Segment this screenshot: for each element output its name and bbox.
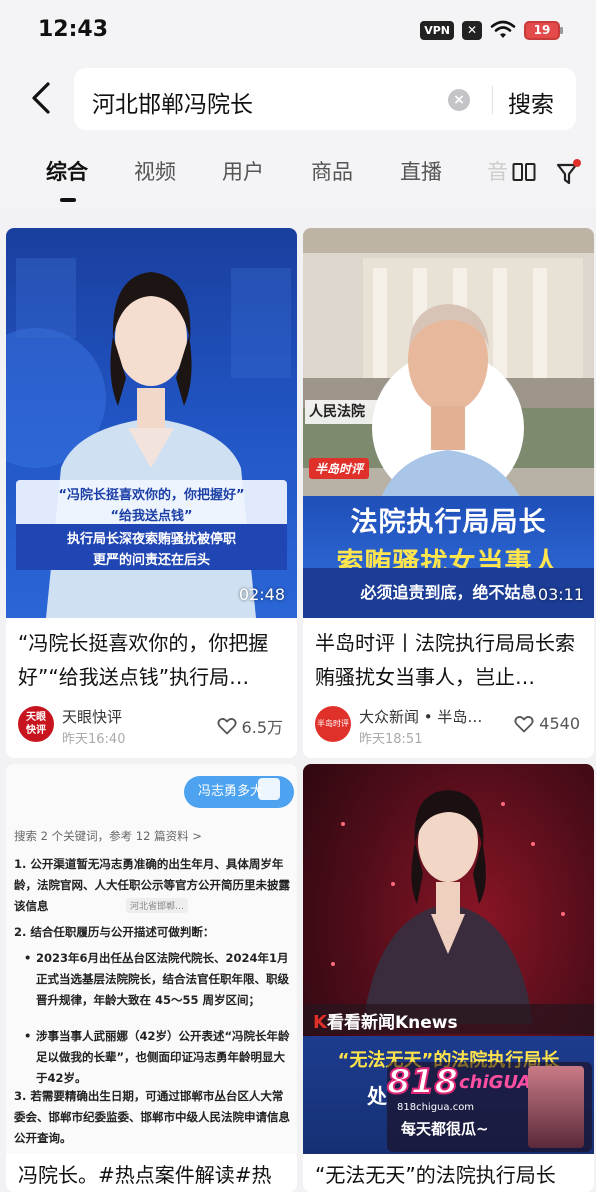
logo-strip: K看看新闻Knews — [303, 1004, 594, 1034]
screenshot-thumbnail[interactable]: 冯志勇多大 搜索 2 个关键词，参考 12 篇资料 > 1. 公开渠道暂无冯志勇… — [6, 764, 297, 1154]
search-input[interactable]: 河北邯郸冯院长 × 搜索 — [74, 68, 576, 130]
clock: 12:43 — [38, 17, 109, 42]
like-count: 6.5万 — [241, 718, 283, 737]
source-chip: 河北省邯郸… — [126, 898, 189, 913]
video-thumbnail[interactable]: “冯院长挺喜欢你的，你把握好” “给我送点钱” 执行局长深夜索贿骚扰被停职 更严… — [6, 228, 297, 618]
filter-icon[interactable] — [556, 158, 582, 186]
tab-bar: 综合 视频 用户 商品 直播 音 — [0, 140, 596, 208]
author-name[interactable]: 天眼快评 — [62, 706, 122, 727]
watermark-slogan: 每天都很瓜~ — [401, 1120, 489, 1138]
watermark-main: 818 — [386, 1061, 459, 1103]
search-meta: 搜索 2 个关键词，参考 12 篇资料 > — [14, 829, 202, 843]
caption-line-4: 更严的问责还在后头 — [92, 553, 210, 568]
feed-card[interactable]: K看看新闻Knews “无法无天”的法院执行局长 处 818 chiGUA 81… — [303, 764, 594, 1192]
banner-line-1: 法院执行局局长 — [303, 500, 594, 539]
answer-bullet-2: • 涉事当事人武丽娜（42岁）公开表述“冯院长年龄足以做我的长辈”，也侧面印证冯志… — [24, 1026, 290, 1089]
answer-item-3: 3. 若需要精确出生日期，可通过邯郸市丛台区人大常委会、邯郸市纪委监委、邯郸市中… — [14, 1089, 290, 1145]
x-badge-icon: ✕ — [462, 20, 482, 40]
banner-line-1-text: 法院执行局局长 — [350, 507, 547, 538]
banner-sub: 处 — [367, 1084, 387, 1108]
video-thumbnail[interactable]: K看看新闻Knews “无法无天”的法院执行局长 处 818 chiGUA 81… — [303, 764, 594, 1154]
k-mark-icon: K — [313, 1012, 327, 1033]
card-title[interactable]: “无法无天”的法院执行局长 — [315, 1158, 584, 1192]
battery-icon: 19 — [524, 20, 563, 40]
status-bar: 12:43 VPN ✕ 19 — [0, 0, 596, 62]
post-time: 昨天18:51 — [359, 732, 423, 747]
answer-bullet-2-text: 涉事当事人武丽娜（42岁）公开表述“冯院长年龄足以做我的长辈”，也侧面印证冯志勇… — [36, 1029, 290, 1085]
watermark-sub: chiGUA — [459, 1072, 532, 1093]
bullet-dot: • — [24, 1029, 32, 1043]
tab-products[interactable]: 商品 — [311, 156, 353, 186]
feed-card[interactable]: 人民法院 半岛时评 法院执行局局长 索贿骚扰女当事人 必须追责到底，绝不姑息 0… — [303, 228, 594, 758]
like-button[interactable]: 6.5万 — [217, 714, 283, 738]
building-sign: 人民法院 — [305, 400, 411, 424]
author-avatar[interactable]: 天眼 快评 — [18, 706, 54, 742]
tab-general[interactable]: 综合 — [46, 156, 88, 186]
card-title[interactable]: 半岛时评丨法院执行局局长索贿骚扰女当事人，岂止… — [315, 626, 584, 694]
vpn-icon: VPN — [420, 20, 454, 40]
answer-item-2: 2. 结合任职履历与公开描述可做判断： — [14, 925, 215, 939]
search-query[interactable]: 河北邯郸冯院长 — [92, 85, 253, 119]
caption-strip: 执行局长深夜索贿骚扰被停职 更严的问责还在后头 — [16, 524, 287, 570]
search-divider — [492, 86, 493, 114]
watermark: 818 chiGUA 818chigua.com 每天都很瓜~ — [386, 1061, 592, 1152]
back-arrow-icon[interactable] — [24, 78, 60, 118]
status-icons: VPN ✕ 19 — [420, 20, 563, 40]
answer-bullet-1-text: 2023年6月出任丛台区法院代院长、2024年1月正式当选基层法院院长，结合法官… — [36, 951, 289, 1007]
layout-toggle-icon[interactable] — [512, 162, 536, 184]
tab-live[interactable]: 直播 — [400, 156, 442, 186]
video-duration: 03:11 — [537, 585, 584, 604]
watermark-photo — [528, 1066, 584, 1148]
like-button[interactable]: 4540 — [514, 714, 580, 733]
source-tag: 半岛时评 — [309, 458, 370, 479]
wifi-icon — [490, 20, 516, 38]
chat-copy-icon — [258, 778, 280, 800]
watermark-url: 818chigua.com — [397, 1102, 475, 1113]
bullet-dot: • — [24, 951, 32, 965]
answer-bullet-1: • 2023年6月出任丛台区法院代院长、2024年1月正式当选基层法院院长，结合法… — [24, 948, 290, 1011]
like-count: 4540 — [539, 714, 580, 733]
card-title[interactable]: “冯院长挺喜欢你的，你把握好”“给我送点钱”执行局… — [18, 626, 287, 694]
video-duration: 02:48 — [238, 585, 285, 604]
clear-icon[interactable]: × — [448, 89, 470, 111]
tab-users[interactable]: 用户 — [222, 156, 264, 186]
post-time: 昨天16:40 — [62, 732, 126, 747]
tab-video[interactable]: 视频 — [134, 156, 176, 186]
caption-line-1: “冯院长挺喜欢你的，你把握好” — [58, 488, 245, 503]
caption-line-3: 执行局长深夜索贿骚扰被停职 — [66, 532, 236, 547]
knews-logo: K看看新闻Knews — [313, 1008, 458, 1033]
heart-icon — [217, 718, 237, 735]
author-name[interactable]: 大众新闻 • 半岛… — [359, 706, 499, 727]
heart-icon — [514, 715, 534, 732]
search-header: 河北邯郸冯院长 × 搜索 — [0, 62, 596, 140]
feed-card[interactable]: 冯志勇多大 搜索 2 个关键词，参考 12 篇资料 > 1. 公开渠道暂无冯志勇… — [6, 764, 297, 1192]
video-thumbnail[interactable]: 人民法院 半岛时评 法院执行局局长 索贿骚扰女当事人 必须追责到底，绝不姑息 0… — [303, 228, 594, 618]
author-avatar[interactable]: 半岛时评 — [315, 706, 351, 742]
caption-line-2: “给我送点钱” — [110, 509, 193, 524]
card-title[interactable]: 冯院长。#热点案件解读#热 — [18, 1158, 287, 1192]
search-button[interactable]: 搜索 — [508, 85, 554, 119]
feed-card[interactable]: “冯院长挺喜欢你的，你把握好” “给我送点钱” 执行局长深夜索贿骚扰被停职 更严… — [6, 228, 297, 758]
tab-music[interactable]: 音 — [487, 156, 507, 186]
knews-logo-text: 看看新闻Knews — [326, 1013, 458, 1033]
active-tab-indicator — [60, 198, 76, 202]
